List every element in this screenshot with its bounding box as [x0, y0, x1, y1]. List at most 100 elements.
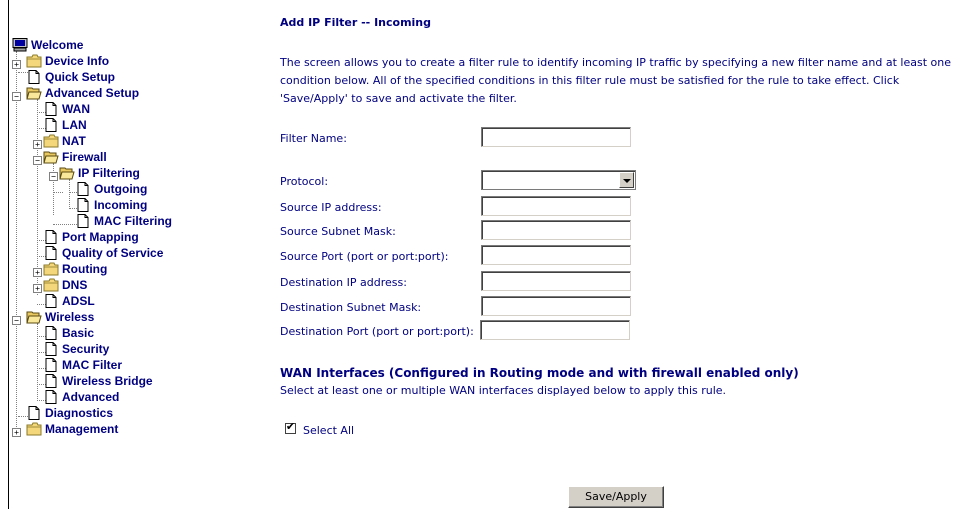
tree-item-label: NAT [62, 134, 86, 148]
source-ip-label: Source IP address: [280, 201, 382, 214]
tree-item-wireless-bridge[interactable]: Wireless Bridge [43, 373, 153, 389]
tree-item-label: Firewall [62, 150, 107, 164]
expand-toggle-management[interactable]: + [12, 428, 21, 437]
dropdown-arrow-icon[interactable] [619, 172, 634, 188]
folder-open-icon [26, 310, 42, 324]
destination-ip-input[interactable] [481, 271, 631, 291]
collapse-toggle-firewall[interactable]: − [33, 156, 42, 165]
protocol-label: Protocol: [280, 175, 329, 188]
tree-item-lan[interactable]: LAN [43, 117, 87, 133]
tree-item-security[interactable]: Security [43, 341, 109, 357]
protocol-select[interactable] [481, 170, 636, 190]
folder-open-icon [26, 86, 42, 100]
source-port-label: Source Port (port or port:port): [280, 250, 449, 263]
page-icon [43, 326, 59, 340]
collapse-toggle-advanced-setup[interactable]: − [12, 92, 21, 101]
page-icon [43, 102, 59, 116]
page-icon [26, 406, 42, 420]
computer-icon [12, 38, 28, 52]
tree-item-label: MAC Filter [62, 358, 122, 372]
destination-subnet-mask-label: Destination Subnet Mask: [280, 301, 422, 314]
tree-item-wan[interactable]: WAN [43, 101, 90, 117]
filter-name-input[interactable] [481, 127, 631, 147]
page-description: The screen allows you to create a filter… [280, 56, 951, 105]
tree-item-label: Outgoing [94, 182, 148, 196]
tree-item-incoming[interactable]: Incoming [75, 197, 147, 213]
tree-item-outgoing[interactable]: Outgoing [75, 181, 147, 197]
source-port-input[interactable] [481, 245, 631, 265]
page-icon [43, 246, 59, 260]
folder-closed-icon [43, 134, 59, 148]
tree-item-diagnostics[interactable]: Diagnostics [26, 405, 113, 421]
tree-item-quality-of-service[interactable]: Quality of Service [43, 245, 163, 261]
folder-closed-icon [43, 262, 59, 276]
wan-interfaces-instructions: Select at least one or multiple WAN inte… [280, 384, 727, 397]
expand-toggle-device-info[interactable]: + [12, 60, 21, 69]
tree-item-label: Security [62, 342, 110, 356]
tree-item-label: MAC Filtering [94, 214, 172, 228]
folder-open-icon [43, 150, 59, 164]
page-icon [75, 198, 91, 212]
tree-item-device-info[interactable]: Device Info [26, 53, 109, 69]
tree-item-port-mapping[interactable]: Port Mapping [43, 229, 139, 245]
tree-item-label: Port Mapping [62, 230, 139, 244]
page-icon [43, 358, 59, 372]
tree-connector [53, 192, 63, 193]
tree-item-adsl[interactable]: ADSL [43, 293, 95, 309]
save-apply-button[interactable]: Save/Apply [568, 486, 664, 508]
page-icon [43, 230, 59, 244]
destination-port-label: Destination Port (port or port:port): [280, 325, 474, 338]
tree-item-mac-filter[interactable]: MAC Filter [43, 357, 122, 373]
tree-item-dns[interactable]: DNS [43, 277, 87, 293]
folder-closed-icon [26, 422, 42, 436]
expand-toggle-routing[interactable]: + [33, 268, 42, 277]
tree-item-label: Basic [62, 326, 95, 340]
tree-item-quick-setup[interactable]: Quick Setup [26, 69, 115, 85]
tree-item-label: Advanced Setup [45, 86, 140, 100]
page-icon [43, 294, 59, 308]
expand-toggle-nat[interactable]: + [33, 140, 42, 149]
page-icon [26, 70, 42, 84]
select-all-label: Select All [303, 424, 355, 437]
tree-item-welcome[interactable]: Welcome [12, 37, 83, 53]
destination-subnet-mask-input[interactable] [481, 296, 631, 316]
collapse-toggle-ip-filtering[interactable]: − [49, 172, 58, 181]
tree-item-label: DNS [62, 278, 88, 292]
page-title: Add IP Filter -- Incoming [280, 16, 432, 29]
frame-border [8, 0, 9, 509]
page-icon [75, 182, 91, 196]
source-ip-input[interactable] [481, 196, 631, 216]
tree-item-mac-filtering[interactable]: MAC Filtering [75, 213, 172, 229]
page-icon [43, 390, 59, 404]
tree-item-advanced-setup[interactable]: Advanced Setup [26, 85, 139, 101]
tree-item-label: Wireless [45, 310, 95, 324]
tree-item-label: Quick Setup [45, 70, 116, 84]
tree-connector [37, 323, 38, 401]
tree-connector [16, 51, 17, 433]
tree-item-management[interactable]: Management [26, 421, 118, 437]
filter-name-label: Filter Name: [280, 132, 347, 145]
tree-item-wireless[interactable]: Wireless [26, 309, 94, 325]
destination-port-input[interactable] [480, 320, 630, 340]
tree-item-label: Incoming [94, 198, 148, 212]
expand-toggle-dns[interactable]: + [33, 284, 42, 293]
tree-item-basic[interactable]: Basic [43, 325, 94, 341]
tree-item-ip-filtering[interactable]: IP Filtering [59, 165, 140, 181]
folder-closed-icon [43, 278, 59, 292]
tree-item-advanced[interactable]: Advanced [43, 389, 119, 405]
tree-item-nat[interactable]: NAT [43, 133, 86, 149]
tree-item-label: Device Info [45, 54, 110, 68]
source-subnet-mask-label: Source Subnet Mask: [280, 225, 396, 238]
folder-closed-icon [26, 54, 42, 68]
tree-item-label: Wireless Bridge [62, 374, 153, 388]
wan-interfaces-heading: WAN Interfaces (Configured in Routing mo… [280, 366, 799, 380]
tree-item-firewall[interactable]: Firewall [43, 149, 107, 165]
tree-item-label: Welcome [31, 38, 84, 52]
collapse-toggle-wireless[interactable]: − [12, 316, 21, 325]
tree-item-label: Quality of Service [62, 246, 164, 260]
source-subnet-mask-input[interactable] [481, 220, 631, 240]
page-icon [43, 374, 59, 388]
tree-item-routing[interactable]: Routing [43, 261, 107, 277]
tree-item-label: Advanced [62, 390, 120, 404]
tree-connector [69, 179, 70, 207]
